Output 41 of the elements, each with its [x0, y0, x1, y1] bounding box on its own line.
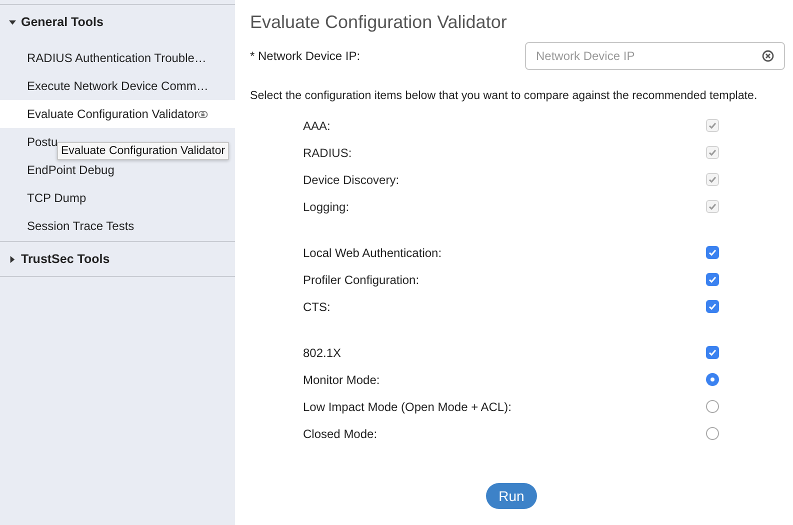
checkbox[interactable] [706, 346, 719, 359]
section-header[interactable]: General Tools [21, 15, 104, 29]
ip-input-field[interactable]: Network Device IP [525, 42, 785, 70]
run-button[interactable]: Run [486, 483, 538, 509]
option-label: Monitor Mode: [303, 372, 380, 386]
sidebar-item-label: EndPoint Debug [27, 163, 114, 177]
caret-down-icon[interactable] [9, 18, 16, 26]
option-label: Closed Mode: [303, 426, 378, 440]
option-label: Logging: [303, 200, 350, 214]
page-title: Evaluate Configuration Validator [250, 12, 508, 33]
option-label: RADIUS: [303, 146, 352, 160]
sidebar-item[interactable]: Evaluate Configuration Validator [0, 100, 235, 128]
option-label: Device Discovery: [303, 172, 400, 186]
sidebar-item[interactable]: RADIUS Authentication Trouble… [0, 44, 235, 72]
instructions-text: Select the configuration items below that you want to compare against the recommended template. [250, 89, 758, 102]
option-label: Profiler Configuration: [303, 272, 420, 286]
checkbox[interactable] [706, 246, 719, 259]
caret-right-icon[interactable] [9, 256, 16, 262]
radio-button[interactable] [706, 427, 719, 440]
sidebar-item-label: Execute Network Device Comm… [27, 79, 208, 93]
field-label: * Network Device IP: [250, 49, 360, 63]
sidebar-item[interactable]: TCP Dump [0, 184, 235, 212]
sidebar-item-label: RADIUS Authentication Trouble… [27, 51, 206, 65]
clear-icon[interactable] [762, 50, 774, 62]
tooltip: Evaluate Configuration Validator [57, 142, 230, 160]
sidebar-item[interactable]: Execute Network Device Comm… [0, 72, 235, 100]
radio-button[interactable] [706, 373, 719, 386]
sidebar-item-label: TCP Dump [27, 191, 86, 205]
checkbox[interactable] [706, 273, 719, 286]
option-label: Low Impact Mode (Open Mode + ACL): [303, 400, 512, 414]
sidebar-item[interactable]: Session Trace Tests [0, 212, 235, 240]
option-label: CTS: [303, 300, 330, 314]
option-label: Local Web Authentication: [303, 246, 442, 260]
checkbox[interactable] [706, 300, 719, 313]
radio-button[interactable] [706, 400, 719, 413]
ip-input[interactable]: Network Device IP [536, 49, 762, 63]
sidebar-item-label: Evaluate Configuration Validator [27, 107, 198, 121]
sidebar-item-label: Session Trace Tests [27, 219, 134, 233]
section-header[interactable]: TrustSec Tools [21, 252, 110, 266]
option-label: AAA: [303, 118, 330, 132]
option-label: 802.1X [303, 346, 342, 360]
